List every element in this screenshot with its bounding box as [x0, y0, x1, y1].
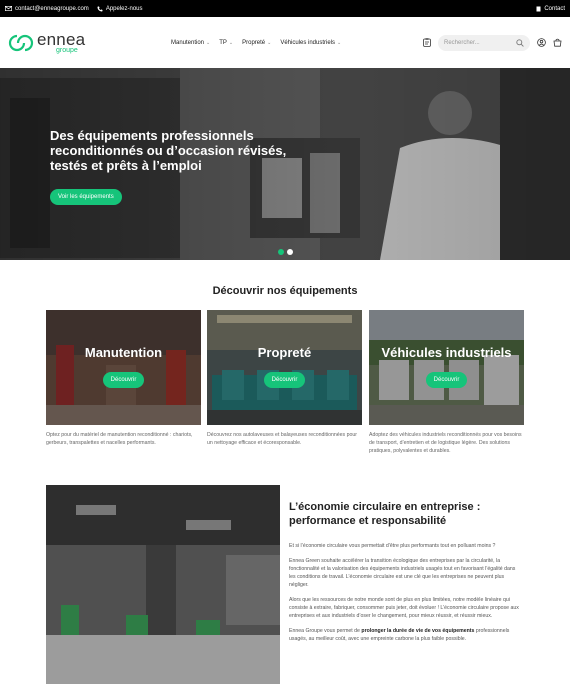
email-text: contact@enneagroupe.com — [15, 5, 89, 12]
email-link[interactable]: contact@enneagroupe.com — [5, 6, 89, 12]
nav-proprete[interactable]: Propreté ⌄ — [242, 40, 271, 46]
category-button-wrap: Découvrir — [46, 372, 201, 388]
quote-list-icon[interactable] — [423, 38, 431, 47]
categories-title: Découvrir nos équipements — [212, 285, 358, 297]
nav-label: Propreté — [242, 39, 266, 46]
category-card-manutention[interactable]: Manutention Découvrir Optez pour du maté… — [46, 310, 201, 447]
category-title: Véhicules industriels — [381, 345, 512, 360]
nav-label: TP — [219, 39, 227, 46]
account-icon[interactable] — [537, 38, 546, 47]
document-icon — [536, 6, 541, 12]
site-header: ennea groupe Manutention ⌄ TP ⌄ Propreté… — [0, 17, 570, 68]
category-desc: Adoptez des véhicules industriels recond… — [369, 432, 522, 454]
carousel-dots — [278, 249, 293, 255]
category-image: Manutention Découvrir — [46, 310, 201, 425]
warehouse-image — [46, 485, 280, 684]
nav-vehicules[interactable]: Véhicules industriels ⌄ — [280, 40, 341, 46]
logo[interactable]: ennea groupe — [8, 31, 158, 54]
chevron-down-icon: ⌄ — [228, 39, 234, 46]
category-image: Véhicules industriels Découvrir — [369, 310, 524, 425]
image-overlay — [207, 310, 362, 425]
category-desc: Découvrez nos autolaveuses et balayeuses… — [207, 432, 357, 446]
economy-paragraph-3: Alors que les ressources de notre monde … — [289, 597, 519, 619]
carousel-dot-1[interactable] — [278, 249, 284, 255]
economy-p4-bold: prolonger la durée de vie de vos équipem… — [361, 628, 475, 634]
chevron-down-icon: ⌄ — [337, 39, 342, 46]
mail-icon — [5, 6, 12, 11]
economy-paragraph-4: Ennea Groupe vous permet de prolonger la… — [289, 627, 519, 643]
hero-banner: Des équipements professionnels reconditi… — [0, 68, 570, 260]
logo-mark-icon — [8, 33, 34, 53]
contact-link[interactable]: Contact — [536, 6, 565, 12]
search-icon[interactable] — [516, 38, 524, 47]
category-image: Propreté Découvrir — [207, 310, 362, 425]
phone-icon — [97, 6, 103, 12]
category-button-wrap: Découvrir — [207, 372, 362, 388]
contact-text: Contact — [544, 5, 565, 12]
nav-tp[interactable]: TP ⌄ — [219, 40, 233, 46]
discover-button[interactable]: Découvrir — [102, 372, 145, 388]
image-overlay — [46, 310, 201, 425]
category-button-wrap: Découvrir — [369, 372, 524, 388]
top-bar: contact@enneagroupe.com Appelez-nous Con… — [0, 0, 570, 17]
category-desc: Optez pour du matériel de manutention re… — [46, 432, 193, 446]
economy-paragraph-1: Et si l’économie circulaire vous permett… — [289, 543, 496, 549]
category-title: Propreté — [257, 345, 312, 360]
logo-name: ennea — [37, 30, 86, 49]
cart-icon[interactable] — [553, 38, 562, 47]
economy-title: L’économie circulaire en entreprise : pe… — [289, 501, 481, 527]
category-title: Manutention — [84, 345, 163, 360]
nav-manutention[interactable]: Manutention ⌄ — [171, 40, 210, 46]
hero-cta-button[interactable]: Voir les équipements — [50, 189, 122, 205]
discover-button[interactable]: Découvrir — [263, 372, 306, 388]
header-actions: Rechercher... — [423, 34, 562, 51]
phone-link[interactable]: Appelez-nous — [97, 6, 143, 12]
warehouse-robots-photo — [46, 485, 280, 684]
search-placeholder: Rechercher... — [444, 39, 480, 46]
discover-button[interactable]: Découvrir — [425, 372, 468, 388]
nav-label: Véhicules industriels — [280, 39, 336, 46]
carousel-dot-2[interactable] — [287, 249, 293, 255]
main-nav: Manutention ⌄ TP ⌄ Propreté ⌄ Véhicules … — [171, 40, 341, 46]
economy-p4-pre: Ennea Groupe vous permet de — [289, 628, 360, 634]
chevron-down-icon: ⌄ — [267, 39, 272, 46]
category-card-vehicules[interactable]: Véhicules industriels Découvrir Adoptez … — [369, 310, 524, 455]
chevron-down-icon: ⌄ — [206, 39, 211, 46]
search-input[interactable]: Rechercher... — [438, 34, 530, 51]
hero-cta-wrap: Voir les équipements — [50, 185, 122, 205]
logo-sub: groupe — [56, 47, 78, 54]
economy-paragraph-2: Ennea Green souhaite accélérer la transi… — [289, 558, 516, 588]
category-card-proprete[interactable]: Propreté Découvrir Découvrez nos autolav… — [207, 310, 362, 447]
hero-headline: Des équipements professionnels reconditi… — [50, 128, 287, 173]
phone-text: Appelez-nous — [105, 5, 143, 12]
economy-section: L’économie circulaire en entreprise : pe… — [289, 500, 519, 650]
nav-label: Manutention — [171, 39, 205, 46]
image-overlay — [369, 310, 524, 425]
